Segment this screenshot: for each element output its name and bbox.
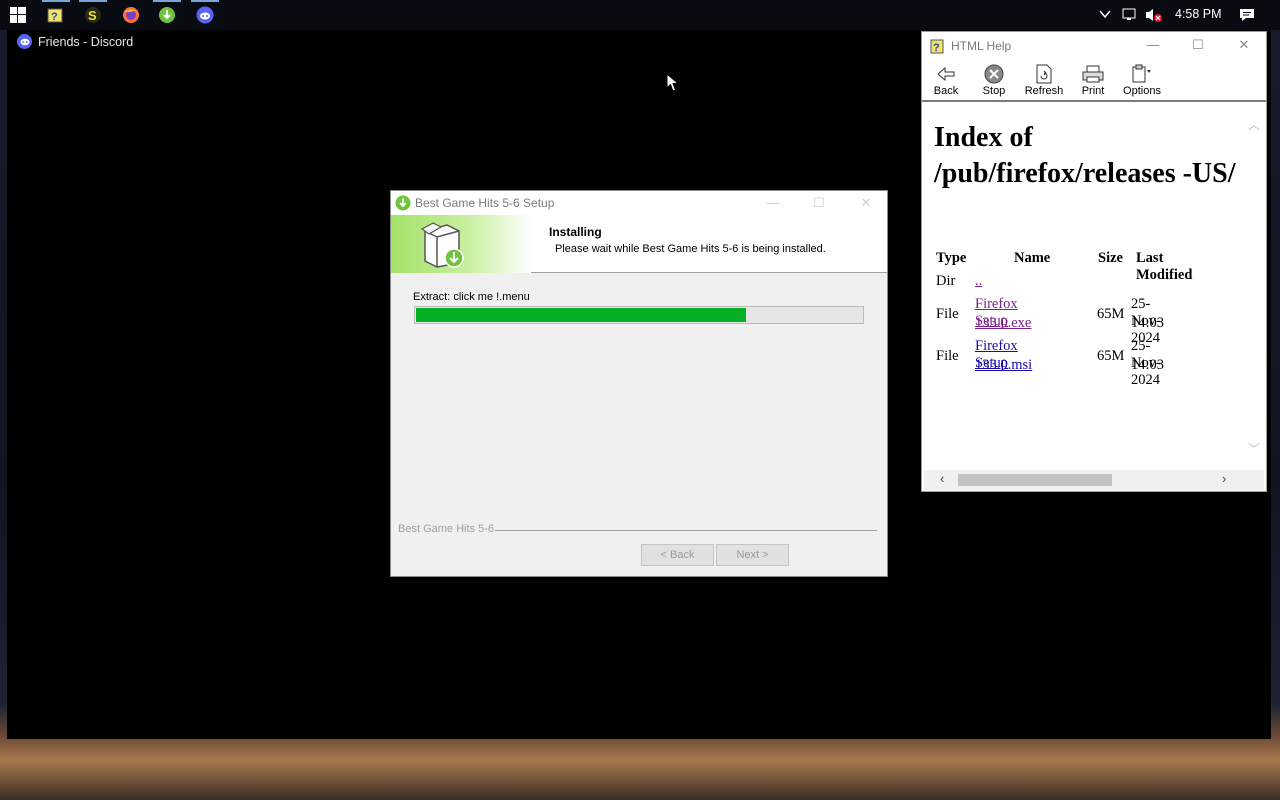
- toolbar-refresh-label: Refresh: [1024, 85, 1064, 97]
- discord-logo-icon: [17, 34, 32, 49]
- help-minimize-button[interactable]: —: [1144, 36, 1162, 54]
- setup-heading: Installing: [549, 225, 602, 239]
- help-maximize-button[interactable]: ☐: [1189, 36, 1207, 54]
- discord-title-text: Friends - Discord: [38, 34, 134, 49]
- toolbar-print-button[interactable]: Print: [1069, 64, 1117, 97]
- svg-text:?: ?: [933, 42, 940, 54]
- html-help-icon: ?: [930, 38, 946, 59]
- installer-box-icon: [419, 219, 469, 274]
- scroll-left-icon[interactable]: ‹: [940, 471, 944, 486]
- setup-brand-text: Best Game Hits 5-6: [398, 523, 494, 535]
- toolbar-refresh-button[interactable]: Refresh: [1020, 64, 1068, 97]
- taskbar: ? S 4:58 PM: [0, 0, 1280, 30]
- toolbar-options-button[interactable]: Options: [1118, 64, 1166, 97]
- html-help-app-icon[interactable]: ?: [42, 0, 70, 26]
- mouse-cursor-icon: [666, 72, 680, 98]
- setup-app-icon: [395, 195, 411, 216]
- back-button[interactable]: < Back: [641, 544, 714, 566]
- html-help-window[interactable]: ? HTML Help — ☐ ✕ Back Stop Refresh Prin…: [921, 31, 1267, 492]
- row-modified-time: 14:03: [1131, 357, 1165, 373]
- horizontal-scrollbar[interactable]: ‹ ›: [924, 470, 1264, 490]
- close-button[interactable]: ✕: [857, 194, 875, 212]
- toolbar-print-label: Print: [1081, 85, 1105, 97]
- options-icon: [1118, 64, 1166, 84]
- notifications-icon[interactable]: [1239, 7, 1255, 26]
- col-header-size: Size: [1098, 250, 1123, 266]
- firefox-msi-link-line2[interactable]: 133.0.msi: [975, 357, 1032, 374]
- stop-icon: [970, 64, 1018, 84]
- network-icon[interactable]: [1122, 7, 1138, 26]
- progress-fill: [416, 308, 746, 322]
- s-app-icon[interactable]: S: [79, 0, 107, 26]
- col-header-type: Type: [936, 250, 967, 266]
- firefox-exe-link-line2[interactable]: 133.0.exe: [975, 315, 1031, 332]
- back-arrow-icon: [922, 64, 970, 84]
- setup-header: Installing Please wait while Best Game H…: [391, 215, 887, 273]
- setup-dialog[interactable]: Best Game Hits 5-6 Setup — ☐ ✕ Installin…: [390, 190, 888, 577]
- row-modified-time: 14:03: [1131, 315, 1165, 331]
- col-header-modified: Last Modified: [1136, 250, 1193, 283]
- setup-subheading: Please wait while Best Game Hits 5-6 is …: [555, 243, 826, 255]
- row-size: 65M: [1097, 348, 1125, 364]
- setup-titlebar[interactable]: Best Game Hits 5-6 Setup — ☐ ✕: [391, 191, 887, 215]
- help-content-pane[interactable]: Index of /pub/firefox/releases -US/ ︿ ﹀ …: [924, 104, 1264, 470]
- help-close-button[interactable]: ✕: [1235, 36, 1253, 54]
- help-window-title: HTML Help: [951, 39, 1012, 53]
- toolbar-back-button[interactable]: Back: [922, 64, 970, 97]
- scroll-right-icon[interactable]: ›: [1222, 471, 1226, 486]
- setup-banner: [391, 215, 531, 273]
- help-toolbar: Back Stop Refresh Print Options: [922, 60, 1266, 102]
- toolbar-back-label: Back: [933, 85, 959, 97]
- maximize-button[interactable]: ☐: [810, 194, 828, 212]
- extract-status-text: Extract: click me !.menu: [413, 291, 530, 303]
- firefox-icon[interactable]: [120, 4, 142, 26]
- row-type: Dir: [936, 273, 956, 289]
- volume-muted-icon[interactable]: [1145, 7, 1163, 26]
- install-progress-bar: [414, 306, 864, 324]
- toolbar-stop-label: Stop: [982, 85, 1006, 97]
- row-type: File: [936, 306, 959, 322]
- scroll-up-icon[interactable]: ︿: [1248, 116, 1260, 133]
- svg-text:S: S: [88, 8, 97, 23]
- discord-window-title: Friends - Discord: [17, 34, 133, 49]
- divider: [495, 530, 877, 531]
- minimize-button[interactable]: —: [764, 194, 782, 212]
- clock[interactable]: 4:58 PM: [1175, 7, 1222, 21]
- printer-icon: [1069, 64, 1117, 84]
- installer-app-icon[interactable]: [153, 0, 181, 26]
- setup-window-title: Best Game Hits 5-6 Setup: [415, 196, 555, 210]
- col-header-name: Name: [1014, 250, 1051, 266]
- windows-start-icon[interactable]: [7, 4, 29, 26]
- page-heading: Index of /pub/firefox/releases -US/: [934, 122, 1236, 189]
- refresh-icon: [1020, 64, 1068, 84]
- row-type: File: [936, 348, 959, 364]
- discord-icon[interactable]: [191, 0, 219, 26]
- row-size: 65M: [1097, 306, 1125, 322]
- toolbar-stop-button[interactable]: Stop: [970, 64, 1018, 97]
- next-button[interactable]: Next >: [716, 544, 789, 566]
- toolbar-options-label: Options: [1123, 85, 1161, 97]
- svg-text:?: ?: [51, 11, 58, 23]
- scrollbar-thumb[interactable]: [958, 474, 1112, 486]
- parent-dir-link[interactable]: ..: [975, 273, 982, 290]
- chevron-up-icon[interactable]: [1099, 8, 1111, 23]
- scroll-down-icon[interactable]: ﹀: [1248, 440, 1260, 457]
